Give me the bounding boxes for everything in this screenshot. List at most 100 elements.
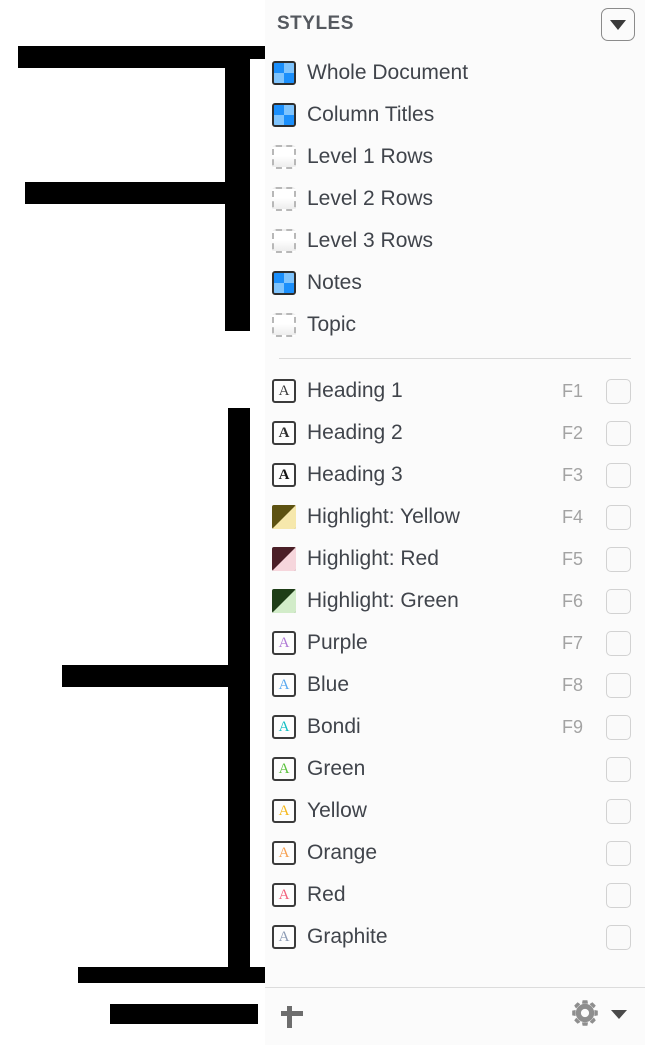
letter-a-glyph: A: [278, 928, 290, 945]
style-enable-checkbox[interactable]: [606, 630, 631, 656]
panel-title: STYLES: [277, 13, 354, 34]
split-swatch-icon: [272, 547, 296, 571]
letter-a-icon: A: [272, 631, 296, 655]
chevron-down-glyph: [610, 19, 626, 30]
style-list-item[interactable]: A Heading 1 F1: [265, 370, 645, 412]
dashed-placeholder-icon: [272, 187, 296, 211]
style-shortcut-label: F6: [561, 590, 583, 611]
styles-bottom-bar: [265, 987, 645, 1045]
style-enable-checkbox[interactable]: [606, 840, 631, 866]
style-list-item[interactable]: A Yellow: [265, 790, 645, 832]
dashed-placeholder-icon: [272, 313, 296, 337]
redaction-bar: [110, 1004, 258, 1024]
dashed-placeholder-icon: [272, 229, 296, 253]
letter-a-glyph: A: [278, 718, 290, 735]
gear-icon[interactable]: [569, 997, 601, 1029]
style-list-item[interactable]: A Red: [265, 874, 645, 916]
blue-checker-icon: [272, 61, 296, 85]
letter-a-glyph: A: [278, 466, 290, 483]
style-list-item[interactable]: Highlight: Green F6: [265, 580, 645, 622]
style-item-label: Green: [307, 757, 366, 780]
style-enable-checkbox[interactable]: [606, 798, 631, 824]
letter-a-glyph: A: [278, 634, 290, 651]
style-list-item[interactable]: Notes: [265, 262, 645, 304]
style-list-item[interactable]: A Purple F7: [265, 622, 645, 664]
letter-a-glyph: A: [278, 424, 290, 441]
style-item-label: Whole Document: [307, 61, 469, 84]
style-item-label: Bondi: [307, 715, 361, 738]
style-list-item[interactable]: A Bondi F9: [265, 706, 645, 748]
style-list-item[interactable]: Level 2 Rows: [265, 178, 645, 220]
style-shortcut-label: F3: [561, 464, 583, 485]
blue-checker-icon: [272, 271, 296, 295]
chevron-down-icon[interactable]: [601, 8, 635, 41]
style-item-label: Topic: [307, 313, 357, 336]
style-list-item[interactable]: A Green: [265, 748, 645, 790]
plus-icon[interactable]: [278, 1000, 306, 1028]
style-shortcut-label: F4: [561, 506, 583, 527]
plus-horizontal: [281, 1011, 303, 1016]
split-swatch-icon: [272, 505, 296, 529]
style-list-item[interactable]: A Orange: [265, 832, 645, 874]
redaction-bar: [228, 408, 250, 980]
letter-a-icon: A: [272, 841, 296, 865]
style-item-label: Orange: [307, 841, 378, 864]
style-item-label: Blue: [307, 673, 350, 696]
style-enable-checkbox[interactable]: [606, 504, 631, 530]
letter-a-glyph: A: [278, 760, 290, 777]
style-item-label: Level 2 Rows: [307, 187, 434, 210]
style-enable-checkbox[interactable]: [606, 756, 631, 782]
style-item-label: Level 1 Rows: [307, 145, 434, 168]
style-item-label: Purple: [307, 631, 368, 654]
style-enable-checkbox[interactable]: [606, 882, 631, 908]
style-item-label: Heading 1: [307, 379, 403, 402]
style-item-label: Highlight: Red: [307, 547, 439, 570]
style-enable-checkbox[interactable]: [606, 420, 631, 446]
redaction-bar: [140, 665, 250, 678]
style-list: Whole Document Column Titles Level 1 Rows L…: [265, 52, 645, 958]
style-shortcut-label: F9: [561, 716, 583, 737]
dashed-placeholder-icon: [272, 145, 296, 169]
letter-a-glyph: A: [278, 802, 290, 819]
letter-a-glyph: A: [278, 844, 290, 861]
style-list-item[interactable]: A Blue F8: [265, 664, 645, 706]
style-item-label: Column Titles: [307, 103, 435, 126]
style-list-item[interactable]: A Heading 3 F3: [265, 454, 645, 496]
list-separator: [279, 358, 631, 359]
style-list-item[interactable]: Whole Document: [265, 52, 645, 94]
styles-panel: STYLES Whole Document Column Titles Level …: [265, 0, 645, 1045]
style-enable-checkbox[interactable]: [606, 378, 631, 404]
letter-a-glyph: A: [278, 676, 290, 693]
style-enable-checkbox[interactable]: [606, 714, 631, 740]
split-swatch-icon: [272, 589, 296, 613]
style-shortcut-label: F1: [561, 380, 583, 401]
letter-a-icon: A: [272, 757, 296, 781]
blue-checker-icon: [272, 103, 296, 127]
style-item-label: Highlight: Green: [307, 589, 459, 612]
letter-a-icon: A: [272, 883, 296, 907]
style-shortcut-label: F8: [561, 674, 583, 695]
style-enable-checkbox[interactable]: [606, 546, 631, 572]
style-list-item[interactable]: Column Titles: [265, 94, 645, 136]
triangle-down-icon[interactable]: [611, 1010, 627, 1019]
style-item-label: Level 3 Rows: [307, 229, 434, 252]
app-screenshot: STYLES Whole Document Column Titles Level …: [0, 0, 645, 1045]
letter-a-icon: A: [272, 379, 296, 403]
style-shortcut-label: F7: [561, 632, 583, 653]
style-list-item[interactable]: A Heading 2 F2: [265, 412, 645, 454]
style-enable-checkbox[interactable]: [606, 924, 631, 950]
letter-a-glyph: A: [278, 886, 290, 903]
style-list-item[interactable]: Highlight: Yellow F4: [265, 496, 645, 538]
letter-a-icon: A: [272, 799, 296, 823]
style-enable-checkbox[interactable]: [606, 462, 631, 488]
style-enable-checkbox[interactable]: [606, 672, 631, 698]
style-list-item[interactable]: Highlight: Red F5: [265, 538, 645, 580]
letter-a-icon: A: [272, 673, 296, 697]
letter-a-icon: A: [272, 715, 296, 739]
style-enable-checkbox[interactable]: [606, 588, 631, 614]
style-list-item[interactable]: Level 3 Rows: [265, 220, 645, 262]
style-list-item[interactable]: A Graphite: [265, 916, 645, 958]
style-shortcut-label: F2: [561, 422, 583, 443]
style-list-item[interactable]: Topic: [265, 304, 645, 346]
style-list-item[interactable]: Level 1 Rows: [265, 136, 645, 178]
